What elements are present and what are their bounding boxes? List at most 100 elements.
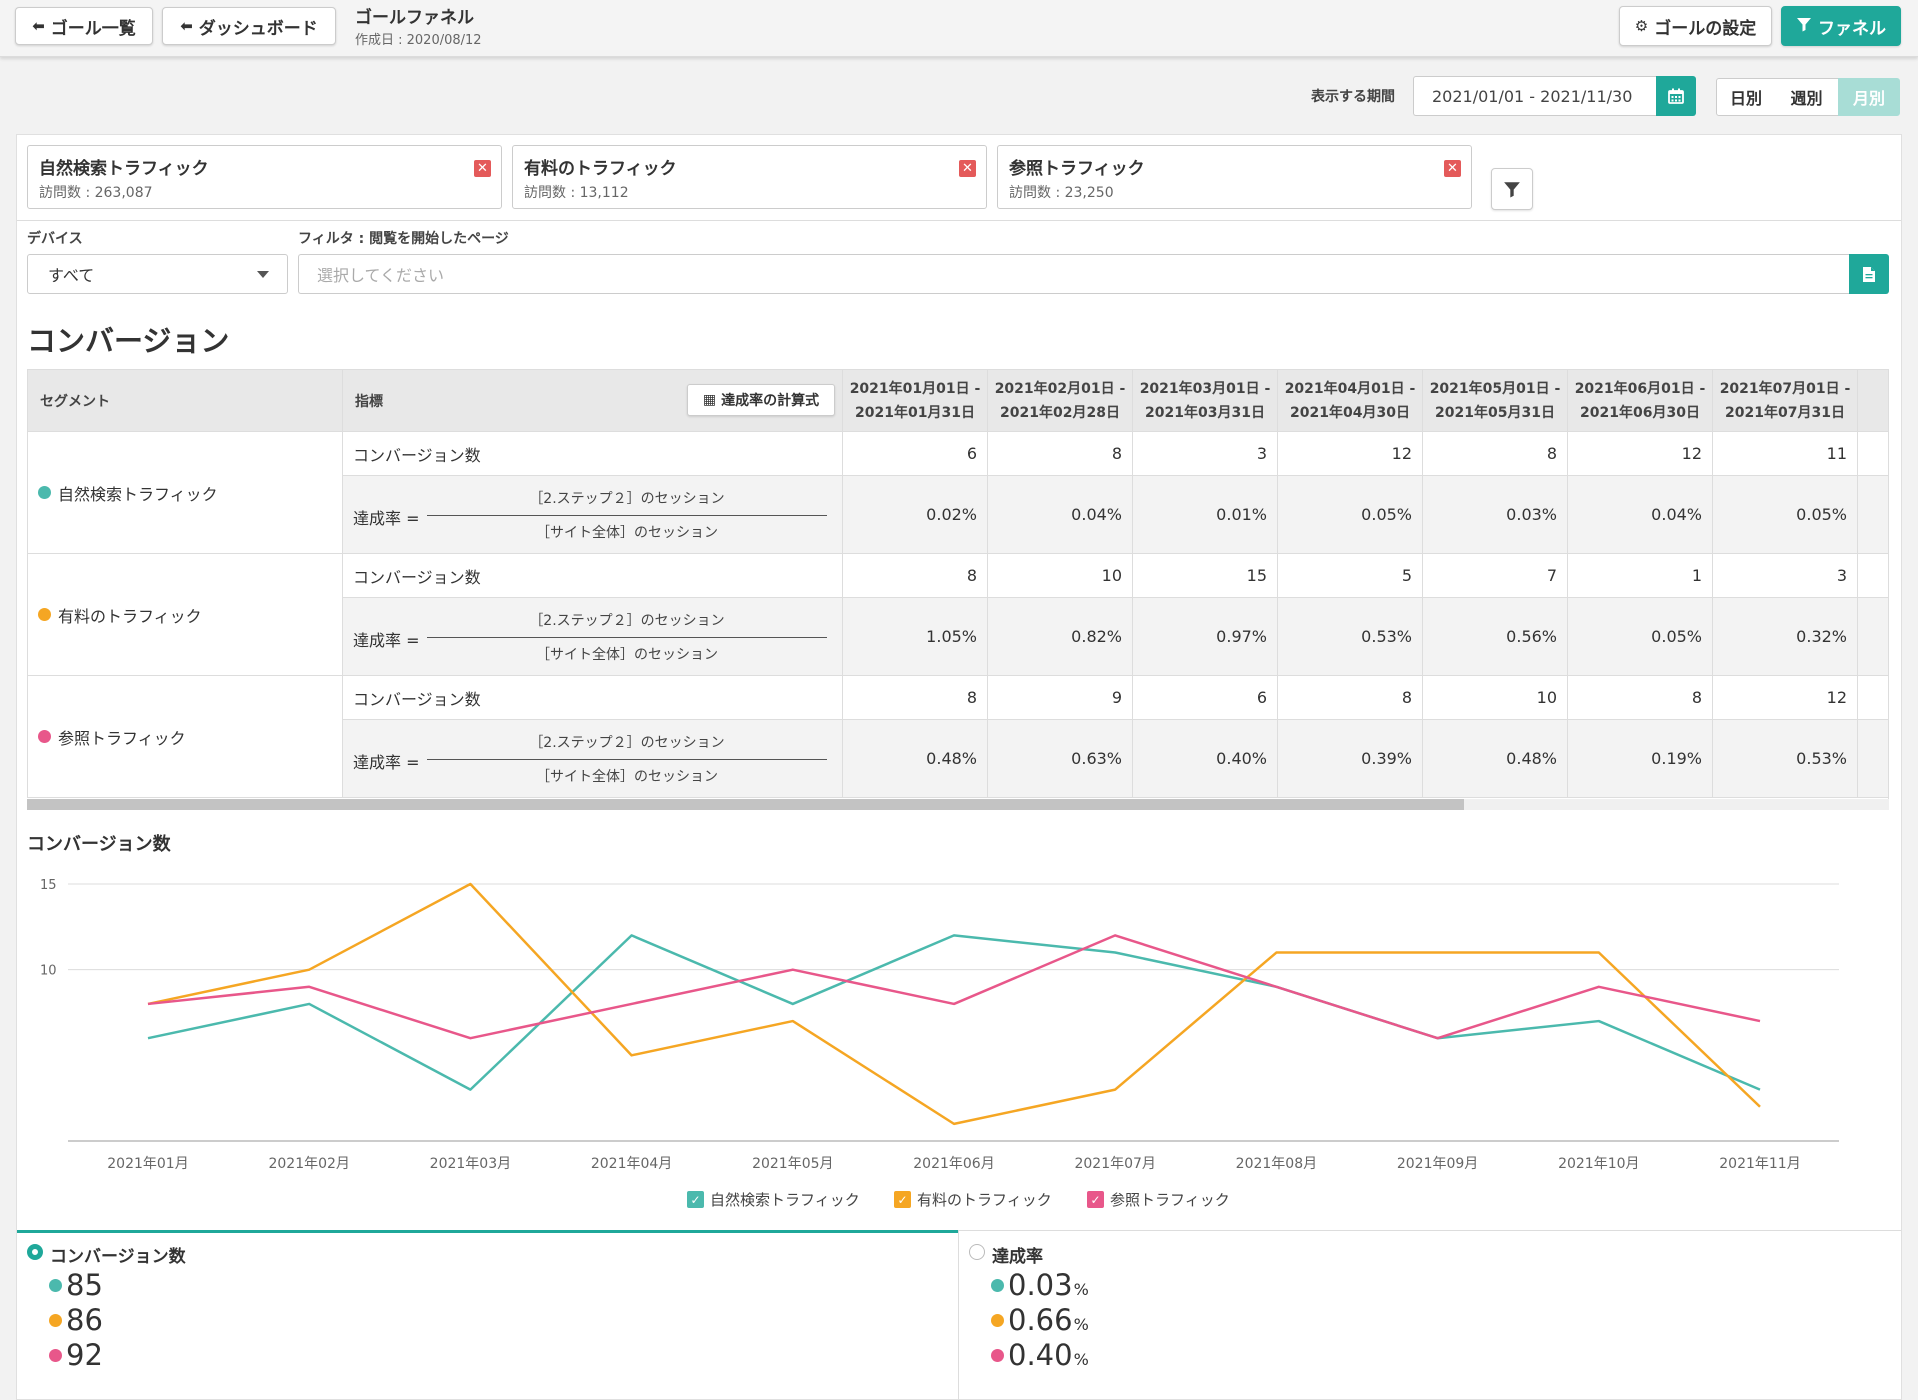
week-toggle[interactable]: 週別: [1775, 78, 1839, 116]
period-header-line: 2021年06月01日 -: [1574, 380, 1706, 397]
remove-segment-icon[interactable]: ✕: [474, 160, 491, 177]
calc-formula-button[interactable]: ▦ 達成率の計算式: [687, 384, 835, 416]
period-header-line: 2021年05月01日 -: [1429, 380, 1561, 397]
rate-formula-label: 達成率 =: [353, 509, 420, 528]
legend-item[interactable]: ✓ 参照トラフィック: [1087, 1189, 1230, 1210]
rate-value-cell: 0.04%: [1568, 476, 1713, 554]
period-header-line: 2021年01月01日 -: [849, 380, 981, 397]
day-toggle[interactable]: 日別: [1716, 78, 1776, 116]
segment-chip-name: 有料のトラフィック: [524, 159, 677, 179]
segment-name: 参照トラフィック: [58, 728, 186, 748]
rate-formula-label: 達成率 =: [353, 631, 420, 650]
remove-segment-icon[interactable]: ✕: [1444, 160, 1461, 177]
rate-value-cell: 0.19%: [1568, 720, 1713, 798]
summary-conv-value: 92: [49, 1338, 103, 1372]
rate-value-cell: 0.40%: [1133, 720, 1278, 798]
x-tick-label: 2021年06月: [913, 1156, 994, 1172]
period-header-line: 2021年04月01日 -: [1284, 380, 1416, 397]
summary-rate[interactable]: [958, 1230, 1901, 1400]
conv-value-cell: 8: [1423, 432, 1568, 476]
funnel-button[interactable]: ファネル: [1781, 6, 1901, 46]
conv-value-cell: 10: [1423, 676, 1568, 720]
rate-value-cell: [1858, 598, 1888, 676]
rate-value-cell: 0.39%: [1278, 720, 1423, 798]
checkbox-checked-icon[interactable]: ✓: [894, 1191, 911, 1208]
month-toggle[interactable]: 月別: [1838, 78, 1900, 116]
device-select[interactable]: すべて: [27, 254, 288, 294]
legend-item[interactable]: ✓ 有料のトラフィック: [894, 1189, 1052, 1210]
conv-value-cell: 3: [1133, 432, 1278, 476]
segment-chip[interactable]: 自然検索トラフィック 訪問数 : 263,087 ✕: [27, 145, 502, 209]
x-tick-label: 2021年01月: [107, 1156, 188, 1172]
conv-value-cell: 8: [843, 554, 988, 598]
x-tick-label: 2021年03月: [430, 1156, 511, 1172]
remove-segment-icon[interactable]: ✕: [959, 160, 976, 177]
summary-rate-number: 0.66: [1008, 1303, 1073, 1337]
rate-value-cell: 0.97%: [1133, 598, 1278, 676]
calc-formula-label: 達成率の計算式: [721, 393, 820, 409]
period-header-line: 2021年03月01日 -: [1139, 380, 1271, 397]
summary-conv-value: 86: [49, 1303, 103, 1337]
radio-unselected-icon[interactable]: [969, 1244, 985, 1260]
rate-value-cell: 0.53%: [1278, 598, 1423, 676]
conv-value-cell: 11: [1713, 432, 1858, 476]
conv-value-cell: 8: [1568, 676, 1713, 720]
rate-denominator: ［サイト全体］のセッション: [536, 769, 718, 785]
summary-conv-number: 86: [66, 1303, 103, 1337]
rate-denominator: ［サイト全体］のセッション: [536, 647, 718, 663]
created-date: 作成日 : 2020/08/12: [355, 33, 482, 48]
conv-value-cell: 10: [988, 554, 1133, 598]
conv-value-cell: 1: [1568, 554, 1713, 598]
rate-formula-label: 達成率 =: [353, 753, 420, 772]
funnel-label: ファネル: [1818, 18, 1886, 39]
segment-chip[interactable]: 有料のトラフィック 訪問数 : 13,112 ✕: [512, 145, 987, 209]
segment-chip-visits: 訪問数 : 263,087: [39, 185, 153, 201]
conversion-table: セグメント 指標 ▦ 達成率の計算式 2021年01月01日 -2021年01月…: [27, 369, 1889, 810]
segment-filter-button[interactable]: [1491, 168, 1533, 210]
header-metric-label: 指標: [355, 393, 383, 410]
x-tick-label: 2021年11月: [1719, 1156, 1800, 1172]
conv-value-cell: 12: [1278, 432, 1423, 476]
rate-value-cell: 0.48%: [843, 720, 988, 798]
rate-value-cell: 0.05%: [1278, 476, 1423, 554]
goal-settings-button[interactable]: ⚙ ゴールの設定: [1619, 6, 1772, 46]
table-scrollbar-thumb[interactable]: [27, 799, 1464, 810]
conv-value-cell: [1858, 554, 1888, 598]
header-segment: セグメント: [27, 369, 343, 432]
summary-conv-title: コンバージョン数: [50, 1247, 186, 1267]
percent-unit: %: [1073, 1280, 1089, 1299]
period-header-line: 2021年04月30日: [1290, 404, 1410, 421]
goal-list-label: ゴール一覧: [50, 18, 136, 39]
checkbox-checked-icon[interactable]: ✓: [687, 1191, 704, 1208]
checkbox-checked-icon[interactable]: ✓: [1087, 1191, 1104, 1208]
gear-icon: ⚙: [1634, 17, 1649, 35]
period-header: 2021年03月01日 - 2021年03月31日: [1133, 369, 1278, 432]
period-header: 2021年06月01日 - 2021年06月30日: [1568, 369, 1713, 432]
page-filter-input[interactable]: 選択してください: [298, 254, 1849, 294]
rate-value-cell: 1.05%: [843, 598, 988, 676]
rate-value-cell: 0.53%: [1713, 720, 1858, 798]
conv-value-cell: 3: [1713, 554, 1858, 598]
rate-value-cell: 0.63%: [988, 720, 1133, 798]
radio-selected-icon[interactable]: [27, 1244, 43, 1260]
dashboard-button[interactable]: ⬅ ダッシュボード: [162, 7, 336, 45]
metric-rate-cell: 達成率 = ［2.ステップ２］のセッション ［サイト全体］のセッション: [343, 720, 843, 798]
conv-value-cell: 12: [1568, 432, 1713, 476]
segment-chip-visits: 訪問数 : 23,250: [1009, 185, 1114, 201]
rate-value-cell: 0.01%: [1133, 476, 1278, 554]
page-select-button[interactable]: [1849, 254, 1889, 294]
segment-name: 有料のトラフィック: [58, 606, 202, 626]
dashboard-label: ダッシュボード: [198, 18, 318, 39]
rate-numerator: ［2.ステップ２］のセッション: [529, 613, 725, 629]
period-header-line: 2021年07月01日 -: [1719, 380, 1851, 397]
segment-chip[interactable]: 参照トラフィック 訪問数 : 23,250 ✕: [997, 145, 1472, 209]
x-tick-label: 2021年05月: [752, 1156, 833, 1172]
legend-item[interactable]: ✓ 自然検索トラフィック: [687, 1189, 860, 1210]
conversion-line-chart: 15 10 2021年01月 2021年02月 2021年03月 2021年04月 2021…: [40, 878, 1839, 1172]
rate-value-cell: 0.05%: [1713, 476, 1858, 554]
period-input[interactable]: 2021/01/01 - 2021/11/30: [1413, 76, 1656, 116]
goal-list-button[interactable]: ⬅ ゴール一覧: [15, 7, 153, 45]
legend-label: 参照トラフィック: [1110, 1191, 1230, 1209]
series-dot: [38, 486, 51, 499]
calendar-button[interactable]: [1656, 76, 1696, 116]
